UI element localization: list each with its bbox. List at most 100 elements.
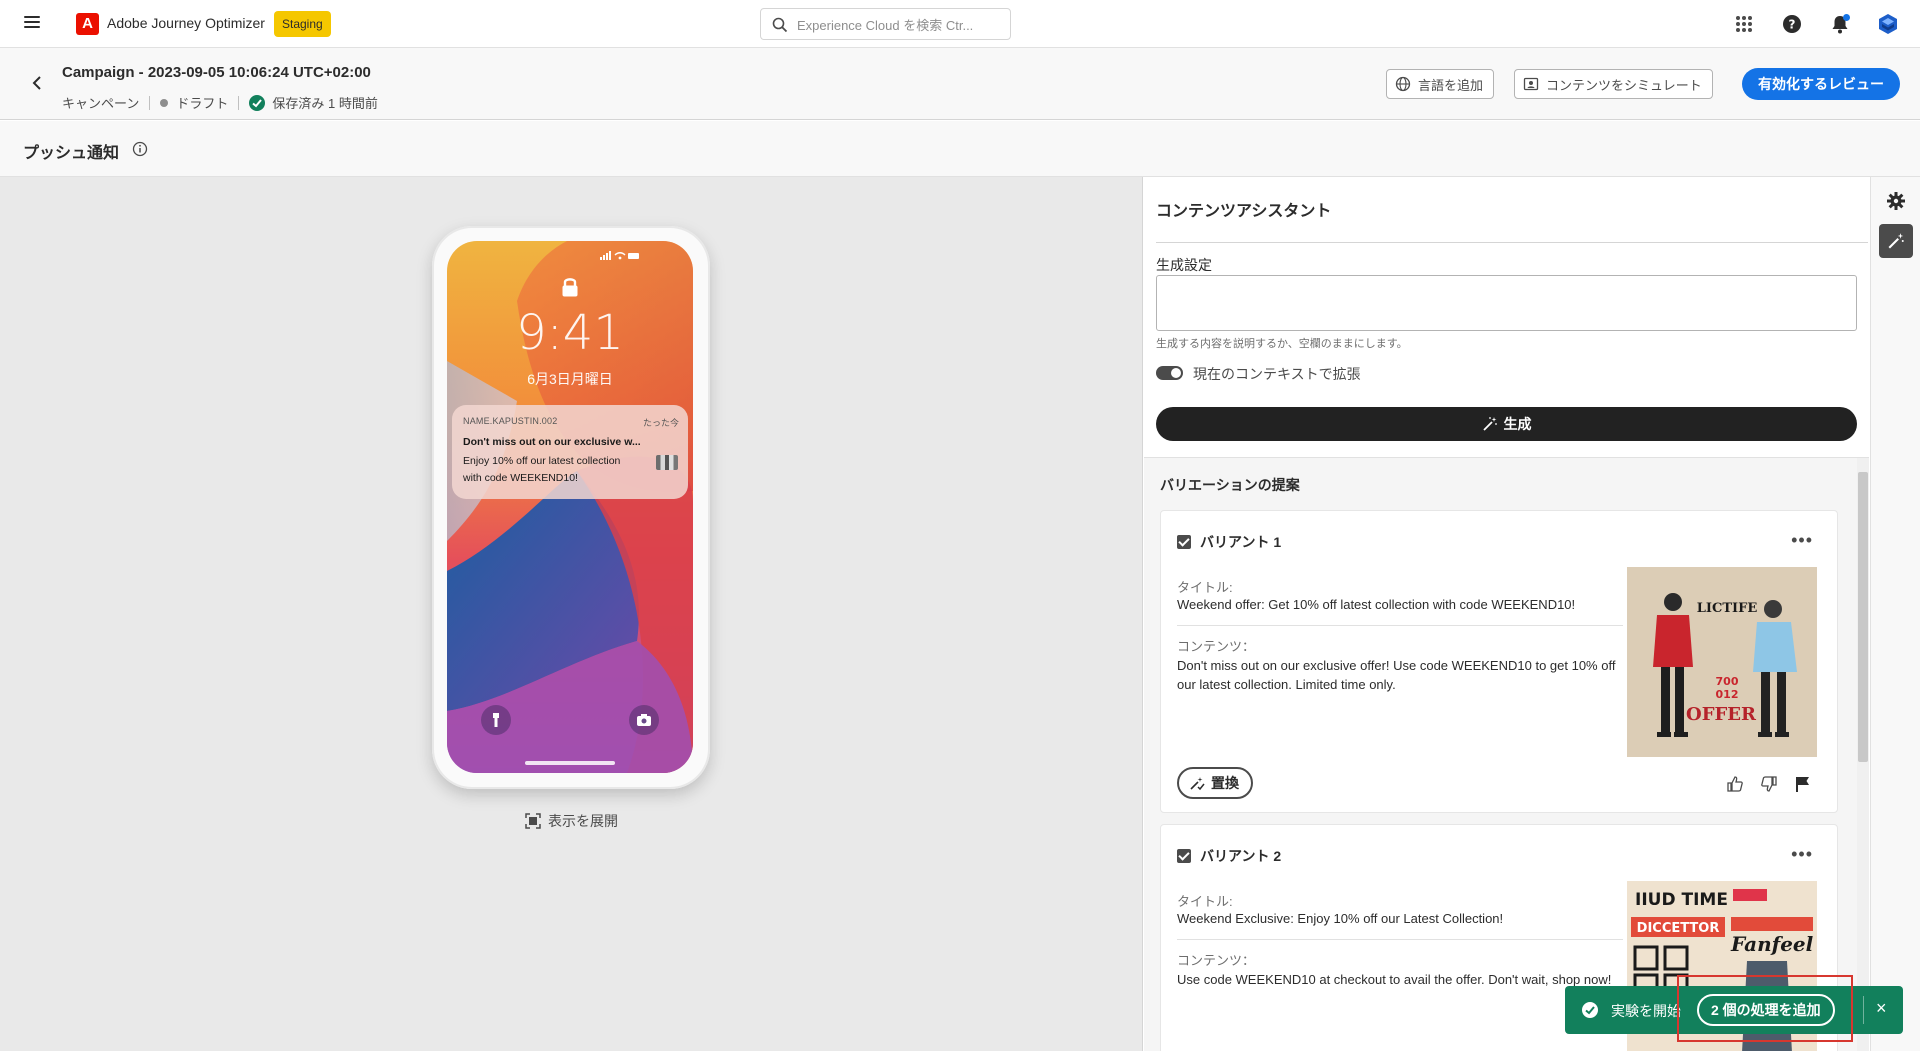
notification-body: Enjoy 10% off our latest collection with… xyxy=(463,455,621,484)
simulate-content-button[interactable]: コンテンツをシミュレート xyxy=(1514,69,1713,99)
flashlight-button[interactable] xyxy=(481,705,511,735)
search-icon xyxy=(772,17,788,33)
environment-badge: Staging xyxy=(274,11,331,37)
saved-status: 保存済み 1 時間前 xyxy=(272,96,378,111)
variant-name: バリアント 1 xyxy=(1200,534,1282,550)
content-assistant-toggle[interactable] xyxy=(1879,224,1913,258)
divider xyxy=(1156,242,1868,243)
image-text-2: DICCETTOR xyxy=(1637,921,1720,936)
generation-prompt-field[interactable] xyxy=(1156,275,1857,331)
variant-content-label: コンテンツ： xyxy=(1177,639,1256,654)
expand-view-label: 表示を展開 xyxy=(548,813,618,829)
variant-checkbox[interactable] xyxy=(1177,535,1191,549)
success-check-icon xyxy=(1582,1002,1598,1018)
notification-thumbnail xyxy=(656,455,678,470)
replace-label: 置換 xyxy=(1211,775,1239,791)
user-avatar-icon[interactable] xyxy=(1877,13,1899,35)
add-language-button[interactable]: 言語を追加 xyxy=(1386,69,1495,99)
settings-gear-icon[interactable] xyxy=(1886,191,1906,211)
variant-title-text: Weekend Exclusive: Enjoy 10% off our Lat… xyxy=(1177,911,1504,926)
add-treatments-button[interactable]: 2 個の処理を追加 xyxy=(1697,994,1835,1026)
info-icon[interactable] xyxy=(132,141,148,157)
campaign-type: キャンペーン xyxy=(62,96,140,111)
right-rail xyxy=(1870,177,1920,1051)
notifications-bell-icon[interactable] xyxy=(1829,13,1851,35)
divider xyxy=(238,95,240,110)
variant-image: LICTIFE 700 012 OFFER xyxy=(1627,567,1817,757)
variant-content-text: Don't miss out on our exclusive offer! U… xyxy=(1177,658,1616,692)
magic-wand-icon xyxy=(1482,417,1497,431)
variant-title-label: タイトル: xyxy=(1177,580,1233,595)
search-box[interactable] xyxy=(760,8,1011,40)
flashlight-icon xyxy=(493,713,499,727)
scrollbar[interactable] xyxy=(1857,458,1869,1051)
lockscreen-clock: 9:41 xyxy=(516,305,624,361)
status-dot-icon xyxy=(160,98,169,107)
status-bar-icons xyxy=(600,251,639,260)
assistant-title: コンテンツアシスタント xyxy=(1156,203,1332,220)
image-text-1: LICTIFE xyxy=(1697,601,1758,616)
variant-title-text: Weekend offer: Get 10% off latest collec… xyxy=(1177,597,1576,612)
apps-grid-icon[interactable] xyxy=(1733,13,1755,35)
divider xyxy=(1177,625,1623,626)
more-options-icon[interactable]: ••• xyxy=(1791,845,1813,863)
camera-button[interactable] xyxy=(629,705,659,735)
top-bar: A Adobe Journey Optimizer Staging ? xyxy=(0,0,1920,48)
lock-icon xyxy=(562,278,578,297)
more-options-icon[interactable]: ••• xyxy=(1791,531,1813,549)
toast-message: 実験を開始 xyxy=(1611,1003,1681,1019)
phone-mockup: 9:41 6月3日月曜日 NAME.KAPUSTIN.002 たった今 Don'… xyxy=(432,226,710,789)
campaign-header: Campaign - 2023-09-05 10:06:24 UTC+02:00… xyxy=(0,48,1920,120)
variant-checkbox[interactable] xyxy=(1177,849,1191,863)
expand-icon xyxy=(525,813,541,829)
campaign-meta: キャンペーン ドラフト 保存済み 1 時間前 xyxy=(62,93,378,112)
close-icon[interactable]: × xyxy=(1876,998,1887,1019)
thumbs-up-icon[interactable] xyxy=(1726,775,1744,793)
campaign-title: Campaign - 2023-09-05 10:06:24 UTC+02:00 xyxy=(62,64,371,81)
variant-title-label: タイトル: xyxy=(1177,894,1233,909)
divider xyxy=(1863,996,1864,1024)
generation-help-text: 生成する内容を説明するか、空欄のままにします。 xyxy=(1156,338,1408,350)
phone-screen: 9:41 6月3日月曜日 NAME.KAPUSTIN.002 たった今 Don'… xyxy=(447,241,693,773)
variations-heading: バリエーションの提案 xyxy=(1160,477,1300,493)
replace-wand-icon xyxy=(1190,777,1205,791)
image-number-1: 700 xyxy=(1716,675,1739,688)
app-name[interactable]: Adobe Journey Optimizer xyxy=(107,15,265,31)
adobe-logo[interactable]: A xyxy=(76,13,99,35)
thumbs-down-icon[interactable] xyxy=(1760,775,1778,793)
extend-context-toggle[interactable] xyxy=(1156,366,1183,380)
image-text-1: IIUD TIME xyxy=(1635,890,1728,910)
simulate-content-label: コンテンツをシミュレート xyxy=(1546,77,1702,93)
variant-image-illustration: LICTIFE 700 012 OFFER xyxy=(1627,567,1817,757)
generate-button[interactable]: 生成 xyxy=(1156,407,1857,441)
experiment-toast: 実験を開始 2 個の処理を追加 × xyxy=(1565,986,1903,1034)
generate-label: 生成 xyxy=(1503,416,1532,432)
globe-icon xyxy=(1395,76,1411,92)
divider xyxy=(149,95,151,110)
help-icon[interactable]: ? xyxy=(1781,13,1803,35)
review-activate-button[interactable]: 有効化するレビュー xyxy=(1742,68,1900,100)
push-notification-preview: NAME.KAPUSTIN.002 たった今 Don't miss out on… xyxy=(452,405,688,499)
scrollbar-thumb[interactable] xyxy=(1858,472,1868,762)
menu-icon[interactable] xyxy=(24,16,40,30)
device-preview-pane: 9:41 6月3日月曜日 NAME.KAPUSTIN.002 たった今 Don'… xyxy=(0,177,1143,1051)
back-arrow-icon[interactable] xyxy=(30,74,44,92)
notification-time: たった今 xyxy=(642,418,679,428)
search-input[interactable] xyxy=(797,15,1002,35)
replace-button[interactable]: 置換 xyxy=(1177,767,1253,799)
section-title: プッシュ通知 xyxy=(23,145,120,162)
report-flag-icon[interactable] xyxy=(1794,775,1812,793)
generation-settings-label: 生成設定 xyxy=(1156,257,1212,273)
simulate-icon xyxy=(1523,77,1539,91)
svg-text:?: ? xyxy=(1789,18,1796,32)
image-text-2: OFFER xyxy=(1686,704,1757,725)
variant-content-label: コンテンツ： xyxy=(1177,953,1256,968)
expand-view-button[interactable]: 表示を展開 xyxy=(525,811,618,831)
notification-app-name: NAME.KAPUSTIN.002 xyxy=(463,416,558,426)
magic-wand-icon xyxy=(1888,233,1904,249)
image-number-2: 012 xyxy=(1716,688,1739,701)
content-assistant-panel: コンテンツアシスタント 生成設定 生成する内容を説明するか、空欄のままにします。… xyxy=(1144,177,1869,1051)
variant-content-text: Use code WEEKEND10 at checkout to avail … xyxy=(1177,972,1612,987)
variant-card: バリアント 1 ••• タイトル: Weekend offer: Get 10%… xyxy=(1160,510,1838,813)
divider xyxy=(1177,939,1623,940)
